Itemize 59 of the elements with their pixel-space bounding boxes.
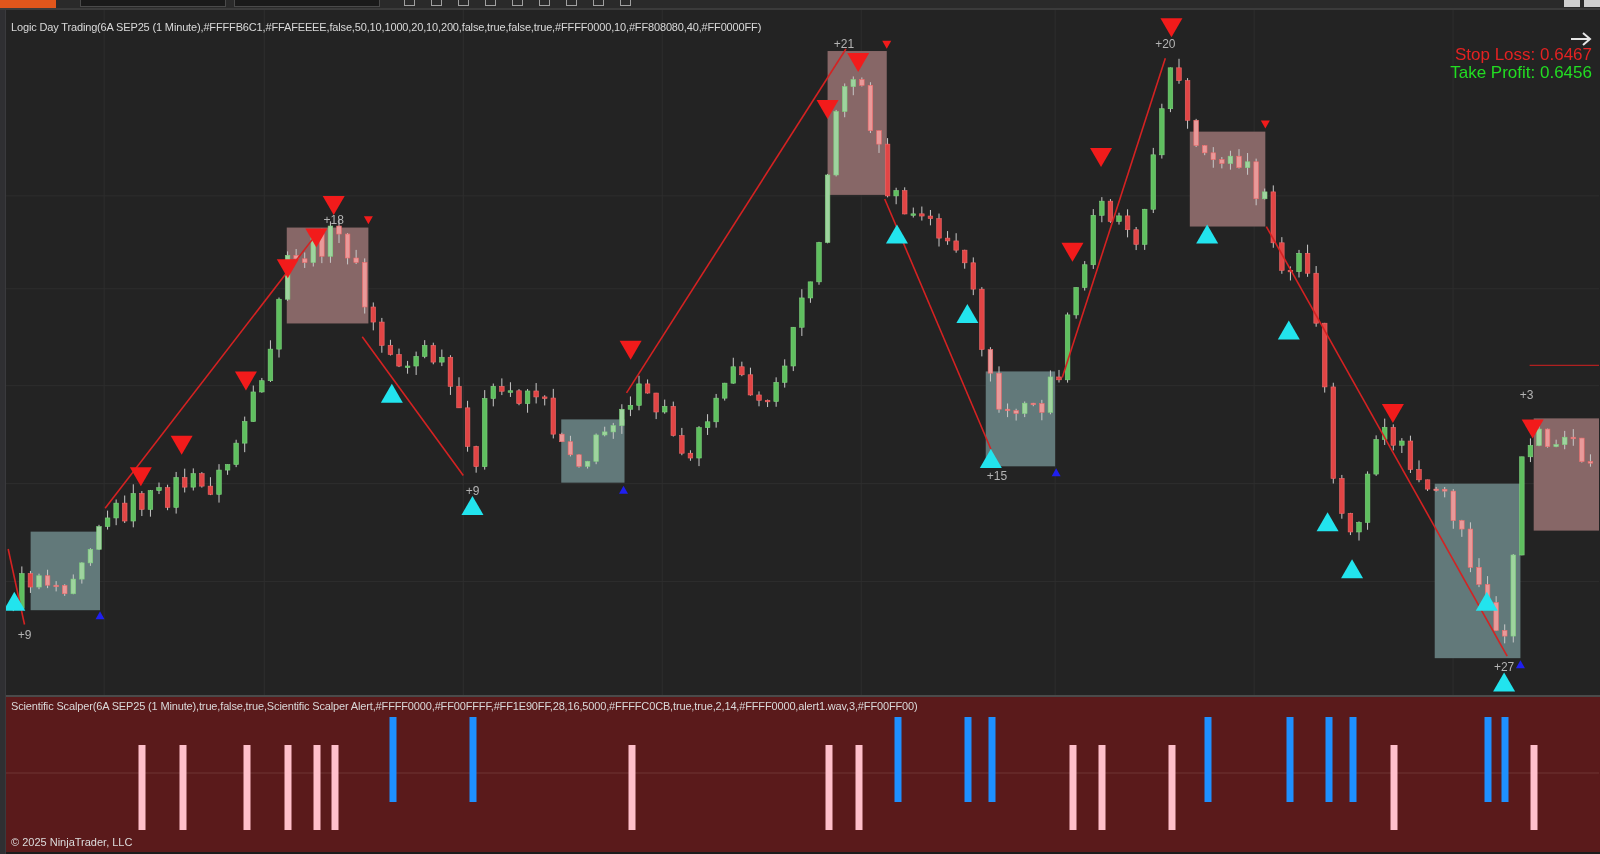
- price-line: [1529, 364, 1599, 366]
- toolbar-icon[interactable]: [404, 0, 415, 6]
- toolbar-icon[interactable]: [539, 0, 550, 6]
- down-triangle-icon: [276, 259, 299, 279]
- take-profit-text: Take Profit: 0.6456: [1450, 64, 1592, 82]
- stop-loss-text: Stop Loss: 0.6467: [1454, 46, 1592, 64]
- small-down-triangle-icon: [882, 40, 892, 49]
- down-triangle-icon: [234, 371, 257, 391]
- down-triangle-icon: [1381, 404, 1404, 424]
- profit-label: +15: [986, 468, 1008, 483]
- indicator-title: Logic Day Trading(6A SEP25 (1 Minute),#FFFFB6C1,#FFAFEEEE,false,50,10,1000,20,10,200,false,true,false,true,#FFFF0000,10,#FF808080,40,#FF0000FF): [11, 21, 762, 34]
- input-field[interactable]: [234, 0, 380, 7]
- up-triangle-icon: [956, 304, 979, 324]
- small-down-triangle-icon: [363, 216, 373, 225]
- toolbar-icon[interactable]: [593, 0, 604, 6]
- up-triangle-icon: [380, 383, 403, 403]
- up-triangle-icon: [1196, 224, 1219, 244]
- up-triangle-icon: [6, 591, 26, 611]
- down-triangle-icon: [322, 195, 345, 215]
- profit-label: +9: [17, 627, 32, 642]
- profit-label: +18: [323, 213, 344, 228]
- down-triangle-icon: [816, 100, 839, 119]
- right-arrow-icon[interactable]: [1570, 32, 1592, 46]
- toolbar-icon[interactable]: [566, 0, 577, 6]
- down-triangle-icon: [129, 467, 152, 487]
- down-triangle-icon: [1090, 147, 1113, 167]
- copyright-text: © 2025 NinjaTrader, LLC: [11, 836, 133, 849]
- toolbar-icon[interactable]: [512, 0, 523, 6]
- up-triangle-icon: [885, 224, 908, 244]
- profit-label: +20: [1155, 36, 1176, 51]
- down-triangle-icon: [1061, 242, 1084, 262]
- profit-label: +3: [1519, 387, 1534, 402]
- toolbar-icon[interactable]: [620, 0, 631, 6]
- up-triangle-icon: [1277, 320, 1300, 340]
- up-triangle-icon: [1493, 672, 1516, 692]
- down-triangle-icon: [170, 435, 193, 455]
- input-field[interactable]: [80, 0, 226, 7]
- down-triangle-icon: [1160, 18, 1183, 38]
- toolbar-icon[interactable]: [431, 0, 442, 6]
- indicator-title: Scientific Scalper(6A SEP25 (1 Minute),true,false,true,Scientific Scalper Alert,#FFFF0000,#FF00FFFF,#FF1E90FF,28,16,5000,#FFFFC0CB,true,true,2,14,#FFFF0000,alert1.wav,3,#FF00FF00): [11, 700, 918, 713]
- profit-label: +27: [1493, 660, 1515, 675]
- up-triangle-icon: [979, 449, 1002, 468]
- down-triangle-icon: [847, 53, 870, 73]
- toolbar-icon[interactable]: [485, 0, 496, 6]
- down-triangle-icon: [1521, 419, 1544, 439]
- down-triangle-icon: [305, 228, 328, 248]
- profit-label: +21: [833, 36, 855, 51]
- small-up-triangle-icon: [619, 485, 628, 494]
- toolbar-icon[interactable]: [458, 0, 469, 6]
- up-triangle-icon: [1316, 512, 1339, 532]
- small-up-triangle-icon: [1051, 468, 1061, 477]
- up-triangle-icon: [1341, 559, 1364, 579]
- small-up-triangle-icon: [1515, 660, 1525, 669]
- profit-label: +9: [465, 483, 480, 498]
- small-up-triangle-icon: [95, 611, 105, 620]
- up-triangle-icon: [461, 495, 484, 515]
- small-down-triangle-icon: [1260, 120, 1270, 129]
- down-triangle-icon: [619, 340, 642, 360]
- up-triangle-icon: [1475, 591, 1498, 611]
